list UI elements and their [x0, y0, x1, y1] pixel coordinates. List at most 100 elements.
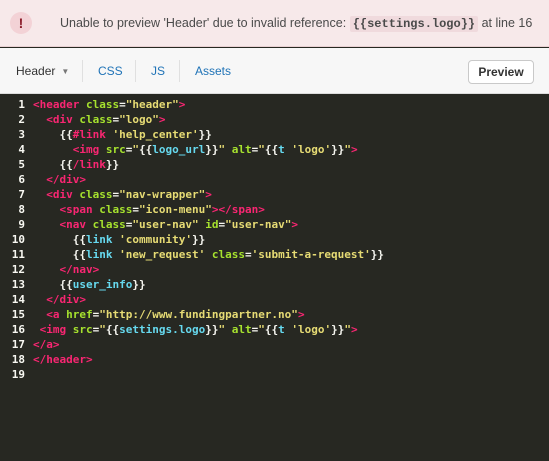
- template-select[interactable]: Header ▼: [16, 48, 69, 94]
- tab-assets[interactable]: Assets: [195, 48, 231, 94]
- code-token: "logo": [119, 113, 159, 126]
- line-number: 17: [11, 338, 25, 351]
- code-token: </div>: [33, 173, 86, 186]
- code-token: {{: [33, 128, 73, 141]
- code-line[interactable]: 13 {{user_info}}: [0, 277, 549, 292]
- code-token: <div: [33, 188, 80, 201]
- code-line[interactable]: 6 </div>: [0, 172, 549, 187]
- code-token: alt: [225, 323, 252, 336]
- code-token: link: [85, 233, 120, 246]
- code-text: </header>: [33, 352, 93, 367]
- code-token: t: [278, 323, 292, 336]
- code-token: "http://www.fundingpartner.no": [99, 308, 298, 321]
- code-token: "user-nav": [132, 218, 199, 231]
- line-number: 1: [18, 98, 25, 111]
- line-number: 9: [18, 218, 25, 231]
- code-token: </a>: [33, 338, 60, 351]
- code-token: =: [119, 98, 126, 111]
- code-token: <nav: [33, 218, 93, 231]
- code-token: 'help_center': [112, 128, 199, 141]
- code-text: <img src="{{logo_url}}" alt="{{t 'logo'}…: [33, 142, 358, 157]
- line-number: 16: [11, 323, 25, 336]
- code-token: {{: [138, 143, 153, 156]
- code-token: {{: [264, 323, 279, 336]
- code-token: }}: [132, 278, 146, 291]
- line-number: 7: [18, 188, 25, 201]
- code-token: ": [258, 323, 265, 336]
- code-line[interactable]: 8 <span class="icon-menu"></span>: [0, 202, 549, 217]
- code-line[interactable]: 1 <header class="header">: [0, 97, 549, 112]
- code-token: }}: [205, 143, 219, 156]
- preview-button[interactable]: Preview: [468, 60, 534, 84]
- line-number: 13: [11, 278, 25, 291]
- code-token: <img: [33, 143, 106, 156]
- code-token: settings.logo: [119, 323, 206, 336]
- code-text: <header class="header">: [33, 97, 185, 112]
- code-line[interactable]: 7 <div class="nav-wrapper">: [0, 187, 549, 202]
- code-token: ": [258, 143, 265, 156]
- code-token: "icon-menu": [138, 203, 212, 216]
- code-token: =: [132, 203, 139, 216]
- line-number: 14: [11, 293, 25, 306]
- line-number: 10: [11, 233, 25, 246]
- tab-css[interactable]: CSS: [98, 48, 123, 94]
- code-token: }}: [191, 233, 206, 246]
- code-token: class: [205, 248, 245, 261]
- line-number: 15: [11, 308, 25, 321]
- code-line[interactable]: 15 <a href="http://www.fundingpartner.no…: [0, 307, 549, 322]
- code-text: {{link 'new_request' class='submit-a-req…: [33, 247, 384, 262]
- code-token: ": [344, 143, 351, 156]
- code-token: 'submit-a-request': [251, 248, 371, 261]
- code-text: {{user_info}}: [33, 277, 146, 292]
- code-token: >: [291, 218, 298, 231]
- code-token: <img: [33, 323, 73, 336]
- code-token: #link: [72, 128, 106, 141]
- code-line[interactable]: 4 <img src="{{logo_url}}" alt="{{t 'logo…: [0, 142, 549, 157]
- invalid-reference: {{settings.logo}}: [349, 16, 479, 32]
- code-token: class: [92, 218, 126, 231]
- code-token: }}: [198, 128, 212, 141]
- code-token: }}: [205, 323, 219, 336]
- code-token: >: [205, 188, 212, 201]
- alert-message-prefix: Unable to preview 'Header' due to invali…: [60, 16, 347, 30]
- code-line[interactable]: 19: [0, 367, 549, 382]
- code-text: {{/link}}: [33, 157, 119, 172]
- code-token: id: [198, 218, 219, 231]
- code-token: }}: [370, 248, 385, 261]
- code-line[interactable]: 17 </a>: [0, 337, 549, 352]
- code-line[interactable]: 10 {{link 'community'}}: [0, 232, 549, 247]
- code-text: <a href="http://www.fundingpartner.no">: [33, 307, 305, 322]
- code-line[interactable]: 18 </header>: [0, 352, 549, 367]
- line-number: 2: [18, 113, 25, 126]
- code-token: >: [178, 98, 186, 111]
- code-token: user_info: [72, 278, 133, 291]
- code-line[interactable]: 9 <nav class="user-nav" id="user-nav">: [0, 217, 549, 232]
- code-token: alt: [225, 143, 252, 156]
- template-select-label: Header: [16, 64, 56, 78]
- code-token: >: [297, 308, 305, 321]
- code-token: >: [350, 323, 358, 336]
- code-line[interactable]: 2 <div class="logo">: [0, 112, 549, 127]
- caret-down-icon: ▼: [61, 67, 70, 76]
- code-line[interactable]: 12 </nav>: [0, 262, 549, 277]
- code-line[interactable]: 16 <img src="{{settings.logo}}" alt="{{t…: [0, 322, 549, 337]
- tab-js[interactable]: JS: [151, 48, 165, 94]
- divider: [82, 60, 83, 82]
- code-token: >: [158, 113, 166, 126]
- code-token: 'community': [119, 233, 192, 246]
- code-text: <img src="{{settings.logo}}" alt="{{t 'l…: [33, 322, 358, 337]
- code-text: <div class="logo">: [33, 112, 165, 127]
- code-token: class: [85, 98, 120, 111]
- code-line[interactable]: 14 </div>: [0, 292, 549, 307]
- code-editor[interactable]: 1 <header class="header"> 2 <div class="lo…: [0, 95, 549, 461]
- alert-message: Unable to preview 'Header' due to invali…: [60, 16, 532, 32]
- code-token: ></span>: [211, 203, 265, 216]
- code-line[interactable]: 5 {{/link}}: [0, 157, 549, 172]
- code-token: /link: [72, 158, 106, 171]
- code-line[interactable]: 11 {{link 'new_request' class='submit-a-…: [0, 247, 549, 262]
- code-line[interactable]: 3 {{#link 'help_center'}}: [0, 127, 549, 142]
- divider: [179, 60, 180, 82]
- code-token: }}: [331, 323, 345, 336]
- code-token: {{: [264, 143, 279, 156]
